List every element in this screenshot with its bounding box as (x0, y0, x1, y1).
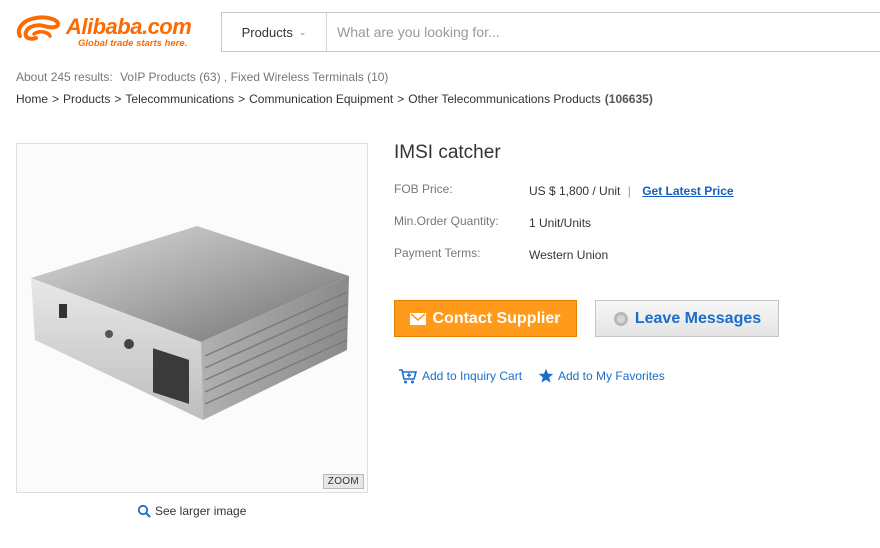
chat-bubble-icon (613, 311, 628, 326)
logo-wordmark: Alibaba.com (66, 14, 192, 39)
breadcrumb-separator: > (114, 92, 122, 106)
search-category-label: Products (241, 24, 293, 40)
magnifier-icon (137, 504, 151, 518)
search-input[interactable] (327, 13, 880, 51)
header: Alibaba.com Global trade starts here. Pr… (0, 0, 880, 66)
fob-price-separator: | (627, 184, 631, 198)
product-image-panel[interactable]: ZOOM (16, 143, 368, 493)
see-larger-image-link[interactable]: See larger image (137, 504, 246, 518)
see-larger-image-label: See larger image (155, 504, 247, 518)
logo-tagline: Global trade starts here. (78, 38, 188, 49)
fob-price-value: US $ 1,800 / Unit (529, 184, 621, 198)
related-separator: , (223, 70, 228, 84)
search-category-dropdown[interactable]: Products ⌄ (222, 13, 327, 51)
breadcrumb-communication-equipment[interactable]: Communication Equipment (249, 92, 393, 106)
contact-supplier-label: Contact Supplier (432, 309, 561, 327)
leave-messages-label: Leave Messages (634, 309, 762, 327)
moq-label: Min.Order Quantity: (394, 214, 499, 228)
add-to-favorites-label: Add to My Favorites (558, 369, 665, 383)
fob-price-value-group: US $ 1,800 / Unit | Get Latest Price (529, 184, 734, 198)
cart-icon (399, 369, 418, 384)
search-bar: Products ⌄ (221, 12, 880, 52)
leave-messages-button[interactable]: Leave Messages (595, 300, 779, 337)
breadcrumb-home[interactable]: Home (16, 92, 48, 106)
breadcrumb-products[interactable]: Products (63, 92, 110, 106)
add-to-inquiry-cart-link[interactable]: Add to Inquiry Cart (398, 368, 522, 384)
related-link-fixed-wireless[interactable]: Fixed Wireless Terminals (10) (231, 70, 389, 84)
product-title: IMSI catcher (394, 142, 501, 163)
alibaba-logo-mark-icon (16, 15, 61, 41)
moq-value: 1 Unit/Units (529, 216, 592, 230)
add-to-inquiry-cart-label: Add to Inquiry Cart (422, 369, 523, 383)
add-to-favorites-link[interactable]: Add to My Favorites (538, 368, 665, 384)
zoom-badge[interactable]: ZOOM (322, 474, 364, 489)
product-image (17, 144, 367, 492)
get-latest-price-link[interactable]: Get Latest Price (642, 184, 733, 198)
results-summary: About 245 results: VoIP Products (63) , … (16, 70, 388, 84)
alibaba-logo[interactable]: Alibaba.com Global trade starts here. (14, 12, 214, 52)
payment-terms-label: Payment Terms: (394, 246, 481, 260)
fob-price-label: FOB Price: (394, 182, 453, 196)
star-icon (538, 368, 554, 383)
contact-supplier-button[interactable]: Contact Supplier (394, 300, 577, 337)
breadcrumb-count: (106635) (604, 92, 653, 106)
breadcrumb: Home > Products > Telecommunications > Communi… (16, 92, 653, 106)
related-link-voip[interactable]: VoIP Products (63) (120, 70, 221, 84)
chevron-down-icon: ⌄ (298, 26, 307, 37)
breadcrumb-separator: > (397, 92, 405, 106)
envelope-icon (410, 312, 427, 325)
breadcrumb-separator: > (238, 92, 246, 106)
breadcrumb-separator: > (52, 92, 60, 106)
breadcrumb-telecommunications[interactable]: Telecommunications (125, 92, 234, 106)
payment-terms-value: Western Union (529, 248, 609, 262)
results-count: About 245 results: (16, 70, 113, 84)
breadcrumb-other-telecom-products[interactable]: Other Telecommunications Products (408, 92, 601, 106)
